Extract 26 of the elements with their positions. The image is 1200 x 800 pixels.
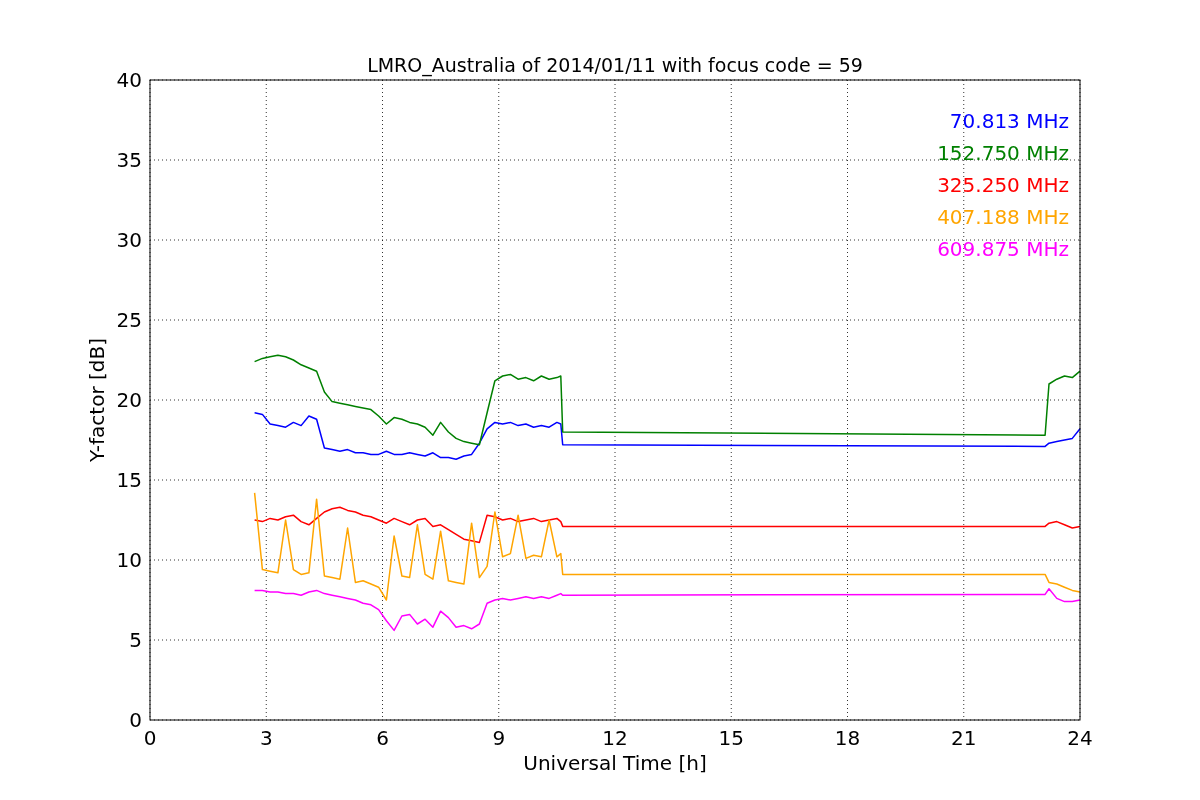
tick-label: 5 xyxy=(129,628,142,652)
tick-label: 10 xyxy=(116,548,142,572)
tick-label: 15 xyxy=(718,726,744,750)
tick-label: 24 xyxy=(1067,726,1093,750)
legend-label: 70.813 MHz xyxy=(949,109,1069,133)
legend-label: 407.188 MHz xyxy=(937,205,1069,229)
tick-label: 12 xyxy=(602,726,628,750)
y-axis-label: Y-factor [dB] xyxy=(85,338,109,462)
chart-title: LMRO_Australia of 2014/01/11 with focus code = 59 xyxy=(367,54,863,76)
tick-label: 40 xyxy=(116,68,142,92)
tick-label: 20 xyxy=(116,388,142,412)
tick-label: 30 xyxy=(116,228,142,252)
tick-label: 18 xyxy=(834,726,861,750)
tick-label: 15 xyxy=(116,468,142,492)
legend-label: 325.250 MHz xyxy=(937,173,1069,197)
tick-label: 21 xyxy=(951,726,977,750)
legend-label: 609.875 MHz xyxy=(937,237,1069,261)
tick-label: 25 xyxy=(116,308,142,332)
tick-label: 0 xyxy=(143,726,157,750)
tick-label: 35 xyxy=(116,148,142,172)
tick-label: 3 xyxy=(259,726,273,750)
tick-label: 9 xyxy=(492,726,506,750)
x-axis-label: Universal Time [h] xyxy=(523,751,707,775)
tick-label: 6 xyxy=(376,726,389,750)
tick-label: 0 xyxy=(129,708,142,732)
legend-label: 152.750 MHz xyxy=(937,141,1069,165)
